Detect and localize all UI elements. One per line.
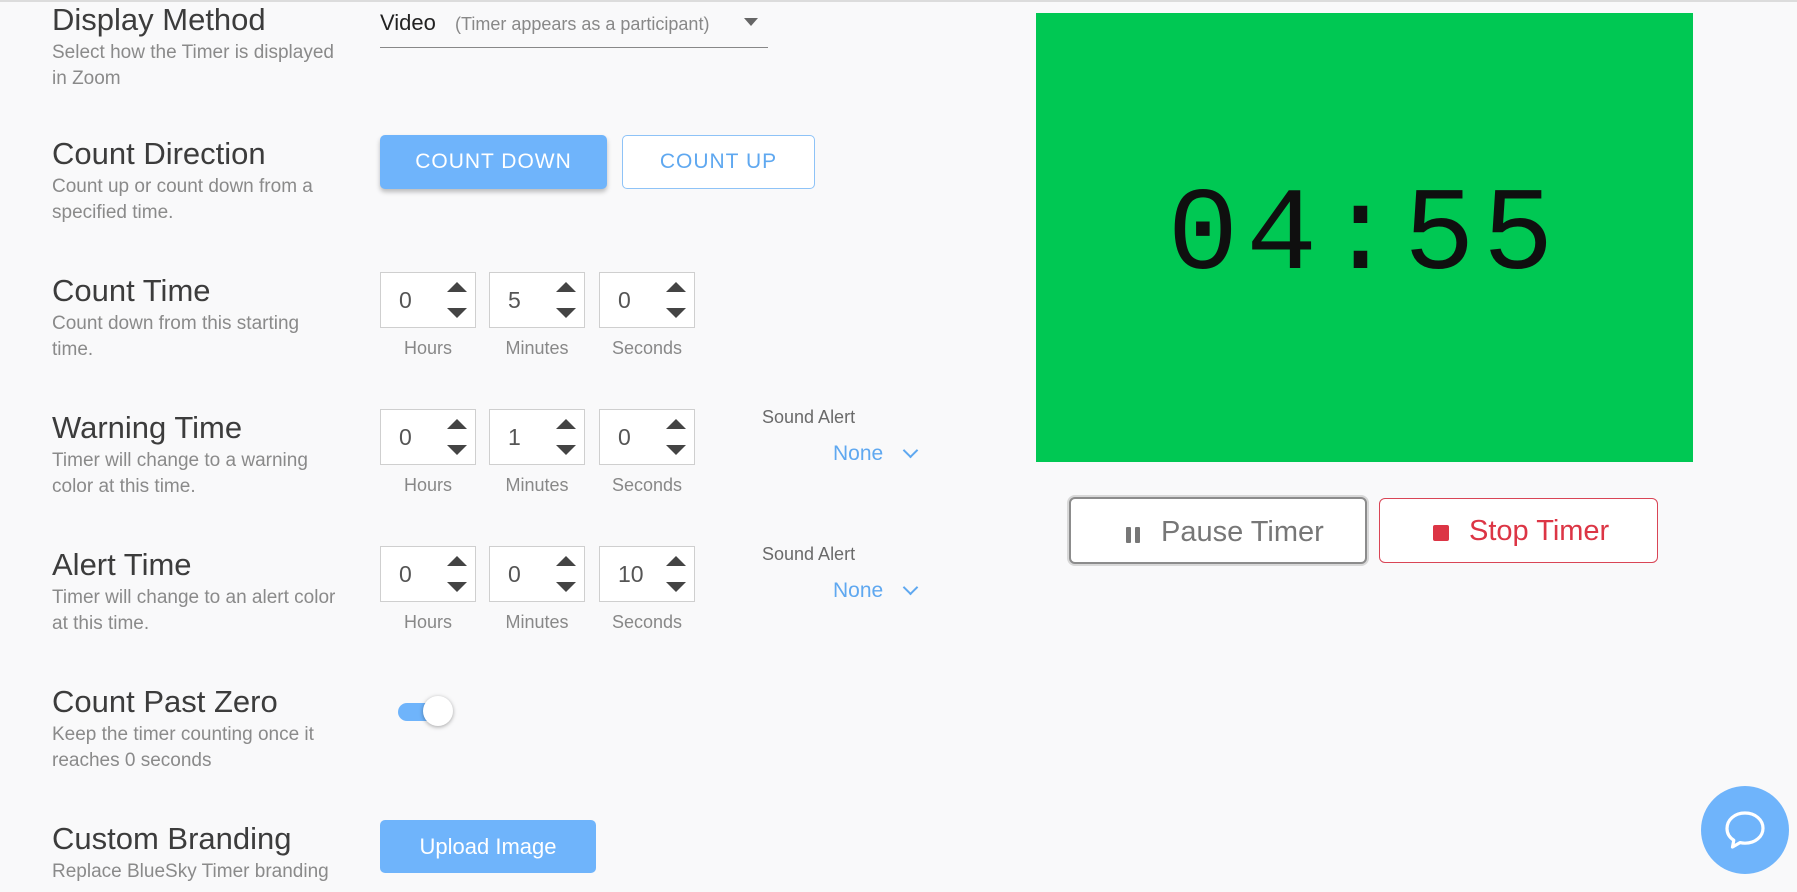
count-time-row: Count Time Count down from this starting… bbox=[52, 273, 342, 363]
hours-label: Hours bbox=[403, 475, 452, 495]
count-up-button[interactable]: COUNT UP bbox=[622, 135, 815, 189]
decrement-arrow-icon[interactable] bbox=[556, 445, 576, 455]
chevron-down-icon[interactable] bbox=[902, 442, 919, 459]
count-time-desc: Count down from this starting time. bbox=[52, 313, 300, 360]
stepper-value: 5 bbox=[508, 287, 521, 313]
warning-time-title: Warning Time bbox=[52, 410, 243, 445]
alert-sound-alert-label: Sound Alert bbox=[762, 544, 856, 564]
warning-time-row: Warning Time Timer will change to a warn… bbox=[52, 410, 342, 500]
chevron-down-icon[interactable] bbox=[902, 579, 919, 596]
warning-time-seconds-stepper[interactable]: 0 bbox=[599, 409, 695, 465]
alert-sound-alert-select[interactable]: None bbox=[833, 579, 883, 603]
increment-arrow-icon[interactable] bbox=[447, 282, 467, 292]
decrement-arrow-icon[interactable] bbox=[556, 308, 576, 318]
stepper-value: 0 bbox=[618, 424, 631, 450]
count-direction-row: Count Direction Count up or count down f… bbox=[52, 136, 342, 226]
stepper-value: 1 bbox=[508, 424, 521, 450]
warning-time-minutes-stepper[interactable]: 1 bbox=[489, 409, 585, 465]
minutes-label: Minutes bbox=[505, 338, 569, 358]
count-past-zero-title: Count Past Zero bbox=[52, 684, 278, 719]
alert-time-minutes-stepper[interactable]: 0 bbox=[489, 546, 585, 602]
increment-arrow-icon[interactable] bbox=[447, 419, 467, 429]
timer-preview: 04:55 bbox=[1036, 13, 1693, 462]
alert-time-row: Alert Time Timer will change to an alert… bbox=[52, 547, 342, 637]
count-down-button[interactable]: COUNT DOWN bbox=[380, 135, 607, 189]
upload-image-button[interactable]: Upload Image bbox=[380, 820, 596, 873]
decrement-arrow-icon[interactable] bbox=[447, 308, 467, 318]
display-method-row: Display Method Select how the Timer is d… bbox=[52, 2, 342, 92]
alert-time-desc: Timer will change to an alert color at t… bbox=[52, 587, 336, 634]
increment-arrow-icon[interactable] bbox=[556, 419, 576, 429]
warning-sound-alert-label: Sound Alert bbox=[762, 407, 856, 427]
count-time-hours-stepper[interactable]: 0 bbox=[380, 272, 476, 328]
count-time-title: Count Time bbox=[52, 273, 211, 308]
display-method-select[interactable]: Video (Timer appears as a participant) bbox=[380, 6, 768, 48]
decrement-arrow-icon[interactable] bbox=[666, 308, 686, 318]
decrement-arrow-icon[interactable] bbox=[447, 445, 467, 455]
caret-down-icon bbox=[744, 18, 758, 26]
stop-timer-button[interactable]: Stop Timer bbox=[1379, 498, 1658, 563]
decrement-arrow-icon[interactable] bbox=[447, 582, 467, 592]
decrement-arrow-icon[interactable] bbox=[556, 582, 576, 592]
stepper-value: 0 bbox=[508, 561, 521, 587]
count-past-zero-row: Count Past Zero Keep the timer counting … bbox=[52, 684, 342, 774]
seconds-label: Seconds bbox=[611, 338, 683, 358]
alert-time-hours-stepper[interactable]: 0 bbox=[380, 546, 476, 602]
custom-branding-row: Custom Branding Replace BlueSky Timer br… bbox=[52, 821, 342, 885]
timer-display: 04:55 bbox=[1167, 171, 1562, 304]
chat-icon bbox=[1725, 811, 1765, 849]
alert-time-title: Alert Time bbox=[52, 547, 192, 582]
increment-arrow-icon[interactable] bbox=[666, 282, 686, 292]
increment-arrow-icon[interactable] bbox=[666, 419, 686, 429]
seconds-label: Seconds bbox=[611, 475, 683, 495]
decrement-arrow-icon[interactable] bbox=[666, 582, 686, 592]
alert-time-seconds-stepper[interactable]: 10 bbox=[599, 546, 695, 602]
stepper-value: 0 bbox=[618, 287, 631, 313]
display-method-value: Video bbox=[380, 10, 436, 35]
increment-arrow-icon[interactable] bbox=[666, 556, 686, 566]
pause-timer-button[interactable]: Pause Timer bbox=[1069, 497, 1367, 564]
count-time-seconds-stepper[interactable]: 0 bbox=[599, 272, 695, 328]
increment-arrow-icon[interactable] bbox=[556, 556, 576, 566]
minutes-label: Minutes bbox=[505, 612, 569, 632]
custom-branding-desc: Replace BlueSky Timer branding bbox=[52, 861, 329, 882]
warning-time-hours-stepper[interactable]: 0 bbox=[380, 409, 476, 465]
toggle-knob[interactable] bbox=[423, 696, 453, 726]
count-direction-title: Count Direction bbox=[52, 136, 266, 171]
warning-time-desc: Timer will change to a warning color at … bbox=[52, 450, 308, 497]
stepper-value: 0 bbox=[399, 287, 412, 313]
stop-icon bbox=[1433, 525, 1449, 541]
warning-sound-alert-select[interactable]: None bbox=[833, 442, 883, 466]
stepper-value: 10 bbox=[618, 561, 644, 587]
chat-support-button[interactable] bbox=[1701, 786, 1789, 874]
count-direction-desc: Count up or count down from a specified … bbox=[52, 176, 313, 223]
pause-icon bbox=[1126, 527, 1140, 543]
display-method-desc: Select how the Timer is displayed in Zoo… bbox=[52, 42, 334, 89]
stepper-value: 0 bbox=[399, 561, 412, 587]
increment-arrow-icon[interactable] bbox=[447, 556, 467, 566]
count-time-minutes-stepper[interactable]: 5 bbox=[489, 272, 585, 328]
count-past-zero-desc: Keep the timer counting once it reaches … bbox=[52, 724, 314, 771]
minutes-label: Minutes bbox=[505, 475, 569, 495]
display-method-title: Display Method bbox=[52, 2, 266, 37]
seconds-label: Seconds bbox=[611, 612, 683, 632]
stepper-value: 0 bbox=[399, 424, 412, 450]
decrement-arrow-icon[interactable] bbox=[666, 445, 686, 455]
increment-arrow-icon[interactable] bbox=[556, 282, 576, 292]
pause-timer-label: Pause Timer bbox=[1161, 516, 1324, 548]
hours-label: Hours bbox=[403, 612, 452, 632]
hours-label: Hours bbox=[403, 338, 452, 358]
stop-timer-label: Stop Timer bbox=[1469, 515, 1610, 547]
custom-branding-title: Custom Branding bbox=[52, 821, 292, 856]
display-method-hint: (Timer appears as a participant) bbox=[455, 14, 710, 34]
